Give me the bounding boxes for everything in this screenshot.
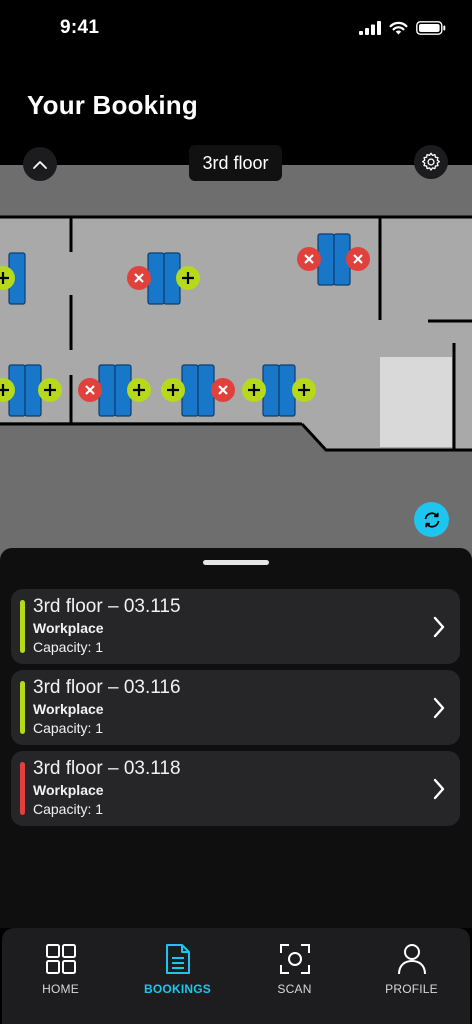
desk-occupied-marker[interactable]: [297, 247, 321, 271]
status-bar: 9:41: [0, 0, 472, 58]
tab-home[interactable]: HOME: [2, 928, 119, 1024]
desk-available-marker[interactable]: [292, 378, 316, 402]
booking-capacity: Capacity: 1: [33, 801, 104, 817]
gear-icon: [422, 152, 440, 171]
collapse-map-button[interactable]: [23, 147, 57, 181]
document-icon: [165, 944, 190, 974]
booking-card[interactable]: 3rd floor – 03.116 Workplace Capacity: 1: [11, 670, 460, 745]
desk-available-marker[interactable]: [38, 378, 62, 402]
map-settings-button[interactable]: [414, 145, 448, 179]
chevron-up-icon: [33, 160, 47, 169]
booking-title: 3rd floor – 03.115: [33, 596, 181, 617]
signal-icon: [359, 21, 381, 35]
refresh-button[interactable]: [414, 502, 449, 537]
grid-icon: [45, 944, 76, 974]
chevron-right-icon: [433, 616, 445, 638]
status-indicator-available: [20, 600, 25, 653]
tab-bar: HOME BOOKINGS SCAN PROFILE: [2, 928, 470, 1024]
status-indicator-occupied: [20, 762, 25, 815]
scan-icon: [279, 944, 310, 974]
person-icon: [397, 944, 426, 975]
tab-label: BOOKINGS: [144, 982, 211, 996]
booking-card[interactable]: 3rd floor – 03.115 Workplace Capacity: 1: [11, 589, 460, 664]
desk-available-marker[interactable]: [242, 378, 266, 402]
floor-map[interactable]: [0, 165, 472, 565]
booking-type: Workplace: [33, 782, 104, 798]
status-indicator-available: [20, 681, 25, 734]
booking-type: Workplace: [33, 701, 104, 717]
tab-label: HOME: [42, 982, 79, 996]
desk-occupied-marker[interactable]: [346, 247, 370, 271]
booking-title: 3rd floor – 03.116: [33, 677, 181, 698]
status-icons: [359, 21, 446, 35]
desk-available-marker[interactable]: [176, 266, 200, 290]
desk-occupied-marker[interactable]: [127, 266, 151, 290]
chevron-right-icon: [433, 697, 445, 719]
booking-capacity: Capacity: 1: [33, 720, 104, 736]
stairwell: [380, 357, 452, 447]
desk-occupied-marker[interactable]: [78, 378, 102, 402]
desk-occupied-marker[interactable]: [211, 378, 235, 402]
booking-type: Workplace: [33, 620, 104, 636]
wifi-icon: [389, 21, 408, 35]
chevron-right-icon: [433, 778, 445, 800]
status-time: 9:41: [60, 17, 100, 38]
battery-icon: [416, 21, 446, 35]
desk-available-marker[interactable]: [161, 378, 185, 402]
refresh-icon: [424, 511, 439, 528]
tab-label: SCAN: [277, 982, 312, 996]
booking-title: 3rd floor – 03.118: [33, 758, 181, 779]
tab-scan[interactable]: SCAN: [236, 928, 353, 1024]
page-title: Your Booking: [27, 90, 198, 120]
tab-label: PROFILE: [385, 982, 438, 996]
sheet-drag-handle[interactable]: [203, 560, 269, 565]
tab-bookings[interactable]: BOOKINGS: [119, 928, 236, 1024]
booking-capacity: Capacity: 1: [33, 639, 104, 655]
bookings-sheet: 3rd floor – 03.115 Workplace Capacity: 1…: [0, 548, 472, 928]
desk-available-marker[interactable]: [127, 378, 151, 402]
booking-card[interactable]: 3rd floor – 03.118 Workplace Capacity: 1: [11, 751, 460, 826]
tab-profile[interactable]: PROFILE: [353, 928, 470, 1024]
floor-selector[interactable]: 3rd floor: [189, 145, 282, 181]
